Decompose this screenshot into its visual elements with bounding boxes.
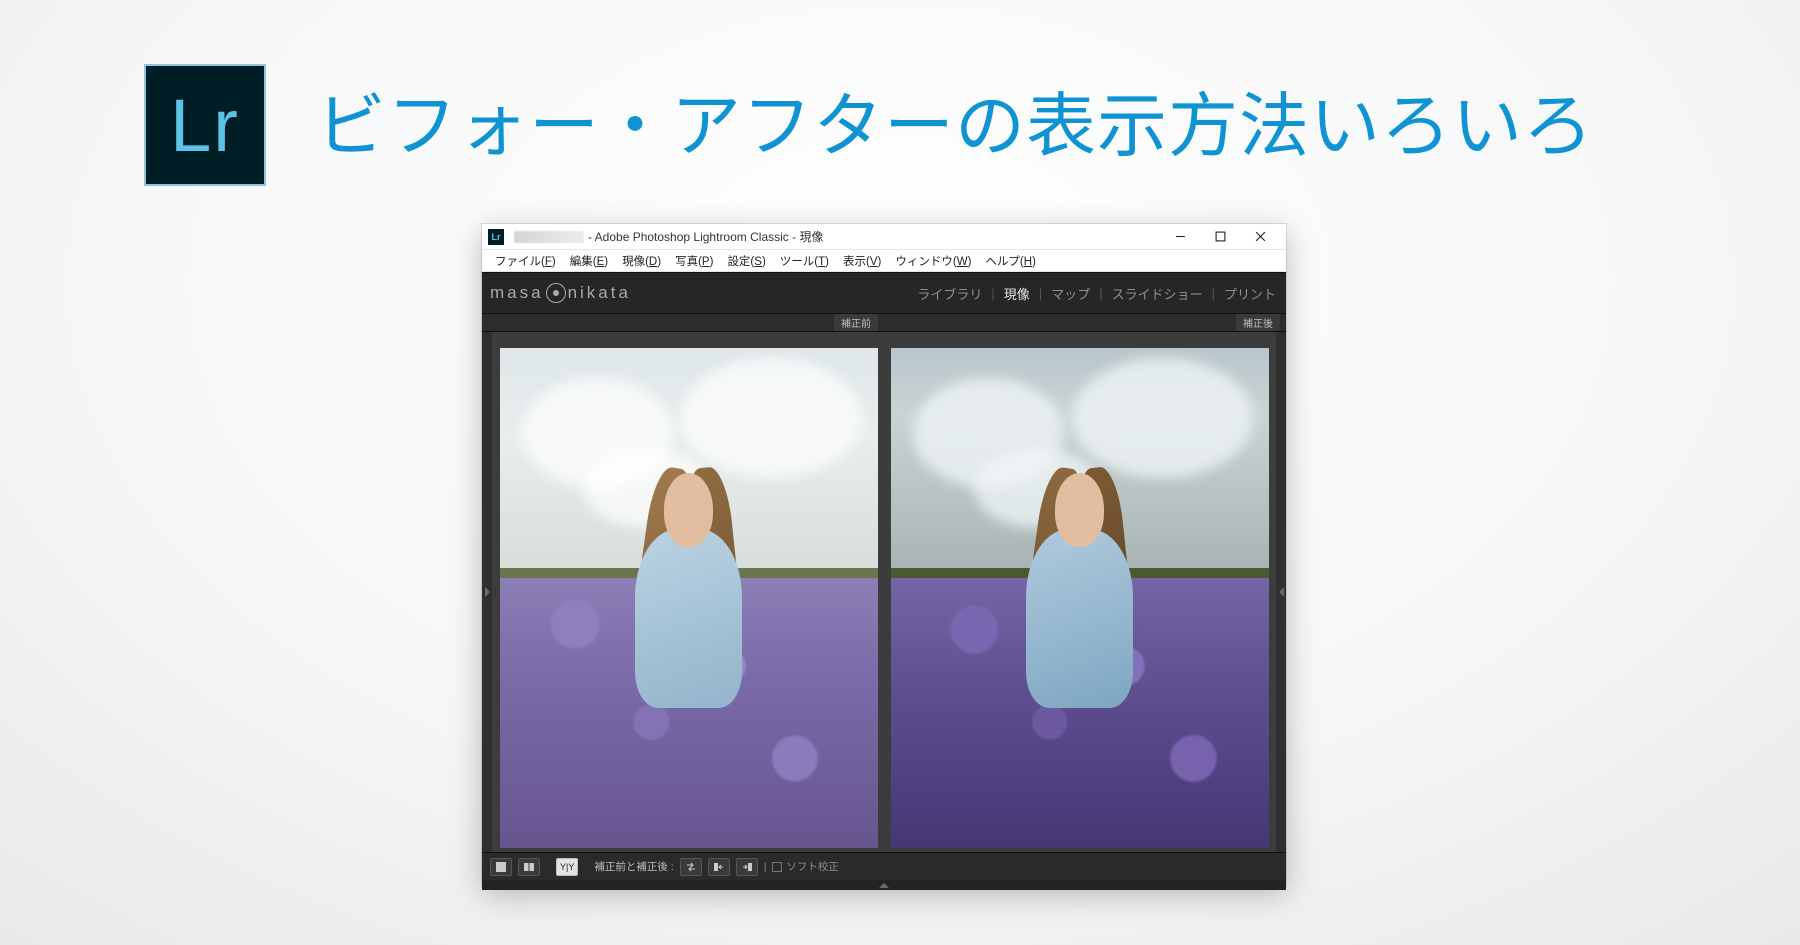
window-minimize-button[interactable] (1160, 224, 1200, 250)
window-close-button[interactable] (1240, 224, 1280, 250)
menu-s[interactable]: 設定(S) (720, 250, 772, 272)
copy-before-to-after-button[interactable] (736, 858, 758, 876)
lightroom-window: Lr - Adobe Photoshop Lightroom Classic -… (482, 224, 1286, 886)
compare-header-after: 補正後 (884, 314, 1286, 331)
lightroom-menubar: ファイル(F)編集(E)現像(D)写真(P)設定(S)ツール(T)表示(V)ウィ… (482, 250, 1286, 272)
window-titlebar[interactable]: Lr - Adobe Photoshop Lightroom Classic -… (482, 224, 1286, 250)
menu-d[interactable]: 現像(D) (615, 250, 668, 272)
compare-panes (492, 332, 1276, 852)
module-separator: | (991, 286, 994, 301)
menu-e[interactable]: 編集(E) (563, 250, 615, 272)
module-separator: | (1039, 286, 1042, 301)
loupe-view-button[interactable] (490, 858, 512, 876)
window-maximize-button[interactable] (1200, 224, 1240, 250)
swap-before-after-button[interactable] (680, 858, 702, 876)
develop-toolbar: Y|Y 補正前と補正後 : | ソフト校正 (482, 852, 1286, 880)
before-photo-pane[interactable] (496, 348, 881, 848)
filmstrip-expander[interactable] (482, 880, 1286, 890)
toolbar-mode-label: 補正前と補正後 : (594, 859, 673, 874)
module-separator: | (1099, 286, 1102, 301)
identity-plate[interactable]: masa nikata (490, 283, 631, 303)
titlebar-title: - Adobe Photoshop Lightroom Classic - 現像 (588, 228, 823, 245)
module-separator: | (1212, 286, 1215, 301)
menu-p[interactable]: 写真(P) (668, 250, 720, 272)
menu-f[interactable]: ファイル(F) (488, 250, 563, 272)
checkbox-icon (772, 862, 782, 872)
titlebar-filename-redacted (514, 231, 584, 243)
lightroom-app-icon-text: Lr (170, 83, 240, 168)
titlebar-app-glyph: Lr (488, 229, 504, 245)
copy-after-to-before-button[interactable] (708, 858, 730, 876)
module-bar: masa nikata ライブラリ | 現像 | マップ | スライドショー | プリント (482, 272, 1286, 314)
lightroom-workspace: masa nikata ライブラリ | 現像 | マップ | スライドショー | プリント 補正… (482, 272, 1286, 890)
left-panel-expander[interactable] (482, 332, 492, 852)
page-headline: ビフォー・アフターの表示方法いろいろ (316, 70, 1594, 171)
module-0[interactable]: ライブラリ (915, 284, 984, 303)
module-4[interactable]: プリント (1222, 284, 1278, 303)
identity-plate-ring-icon (546, 283, 566, 303)
identity-plate-right: nikata (568, 283, 631, 303)
module-2[interactable]: マップ (1049, 284, 1092, 303)
soft-proof-label: ソフト校正 (786, 859, 839, 874)
identity-plate-left: masa (490, 283, 544, 303)
after-photo (891, 348, 1269, 848)
menu-w[interactable]: ウィンドウ(W) (888, 250, 978, 272)
after-photo-pane[interactable] (887, 348, 1272, 848)
compare-header-before: 補正前 (482, 314, 884, 331)
before-label: 補正前 (834, 314, 878, 331)
after-label: 補正後 (1236, 314, 1280, 331)
module-picker: ライブラリ | 現像 | マップ | スライドショー | プリント (915, 284, 1278, 303)
menu-h[interactable]: ヘルプ(H) (978, 250, 1043, 272)
soft-proof-checkbox[interactable]: ソフト校正 (772, 859, 839, 874)
compare-header: 補正前 補正後 (482, 314, 1286, 332)
right-panel-expander[interactable] (1276, 332, 1286, 852)
module-1[interactable]: 現像 (1002, 284, 1032, 303)
menu-v[interactable]: 表示(V) (836, 250, 888, 272)
lightroom-app-icon: Lr (144, 64, 266, 186)
before-photo (500, 348, 878, 848)
compare-content (482, 332, 1286, 852)
compare-side-by-side-button[interactable] (518, 858, 540, 876)
menu-t[interactable]: ツール(T) (773, 250, 836, 272)
compare-yy-button[interactable]: Y|Y (556, 858, 578, 876)
module-3[interactable]: スライドショー (1110, 284, 1205, 303)
